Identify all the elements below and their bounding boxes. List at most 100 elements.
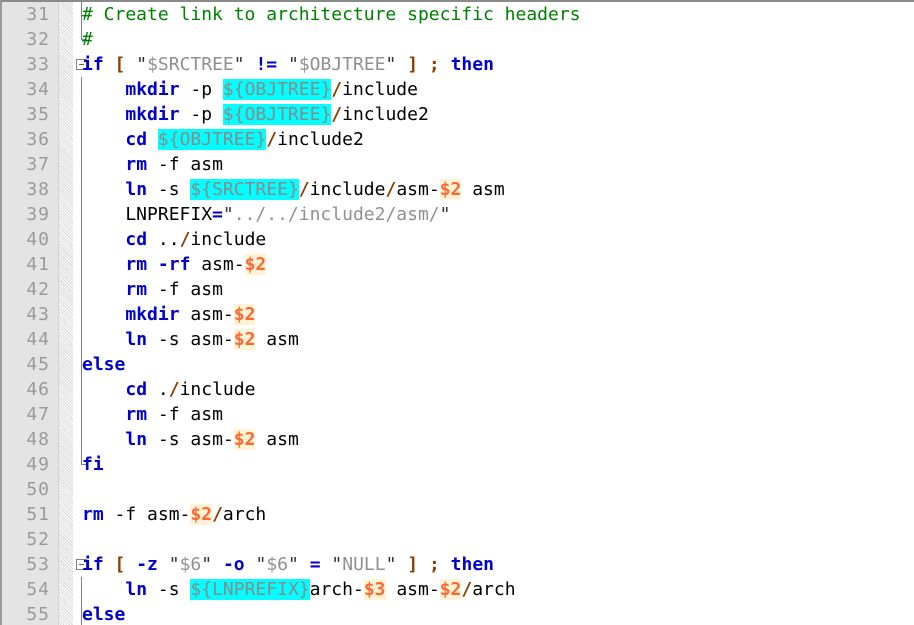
line-number: 32 [26, 29, 50, 50]
code-text[interactable]: ln -s ${LNPREFIX}arch-$3 asm-$2/arch [82, 577, 516, 602]
token-pln [418, 54, 429, 75]
code-line-list: 31 # Create link to architecture specific… [2, 2, 914, 625]
code-text[interactable]: # [82, 27, 93, 52]
code-text[interactable]: cd ./include [82, 377, 255, 402]
code-text[interactable]: ln -s asm-$2 asm [82, 427, 299, 452]
code-text[interactable]: if [ -z "$6" -o "$6" = "NULL" ] ; then [82, 552, 494, 577]
token-kw: mkdir [125, 104, 180, 125]
line-number: 31 [26, 4, 50, 25]
code-text[interactable]: # Create link to architecture specific h… [82, 2, 581, 27]
code-line[interactable]: 41 rm -rf asm-$2 [2, 252, 914, 277]
token-pln: include [342, 79, 418, 100]
line-number: 45 [26, 354, 50, 375]
token-str: $OBJTREE [298, 54, 386, 75]
code-line[interactable]: 34 mkdir -p ${OBJTREE}/include [2, 77, 914, 102]
code-line[interactable]: 31 # Create link to architecture specific… [2, 2, 914, 27]
token-kw: -o [222, 554, 245, 575]
code-line[interactable]: 47 rm -f asm [2, 402, 914, 427]
code-text[interactable]: rm -f asm [82, 402, 223, 427]
token-op: / [179, 229, 191, 250]
code-text[interactable]: LNPREFIX="../../include2/asm/" [82, 202, 450, 227]
code-line[interactable]: 53 if [ -z "$6" -o "$6" = "NULL" ] ; then [2, 552, 914, 577]
token-qt: " [385, 54, 397, 75]
code-text[interactable]: mkdir -p ${OBJTREE}/include2 [82, 102, 429, 127]
token-kw: then [450, 554, 495, 575]
token-var: ${OBJTREE} [222, 79, 332, 100]
code-text[interactable]: cd ${OBJTREE}/include2 [82, 127, 364, 152]
code-line[interactable]: 54 ln -s ${LNPREFIX}arch-$3 asm-$2/arch [2, 577, 914, 602]
code-text[interactable]: if [ "$SRCTREE" != "$OBJTREE" ] ; then [82, 52, 494, 77]
code-text[interactable]: else [82, 352, 125, 377]
token-pln: asm- [179, 304, 234, 325]
token-pln [82, 179, 125, 200]
token-kw: else [82, 604, 126, 625]
code-text[interactable]: ln -s asm-$2 asm [82, 327, 299, 352]
line-number: 53 [26, 554, 50, 575]
token-pln [104, 554, 115, 575]
code-text[interactable]: fi [82, 452, 104, 477]
code-line[interactable]: 36 cd ${OBJTREE}/include2 [2, 127, 914, 152]
token-pln [82, 304, 125, 325]
token-kw: ln [125, 429, 148, 450]
line-number: 49 [26, 454, 50, 475]
token-pln [396, 54, 407, 75]
token-qt: " [168, 554, 180, 575]
code-line[interactable]: 40 cd ../include [2, 227, 914, 252]
code-text[interactable]: cd ../include [82, 227, 266, 252]
token-kw: mkdir [125, 304, 180, 325]
code-line[interactable]: 55 else [2, 602, 914, 625]
token-pln [321, 554, 332, 575]
token-op: / [385, 179, 397, 200]
token-pln: include2 [277, 129, 364, 150]
code-editor[interactable]: 31 # Create link to architecture specific… [0, 0, 914, 625]
line-number: 52 [26, 529, 50, 550]
token-op: / [212, 504, 223, 525]
code-line[interactable]: 44 ln -s asm-$2 asm [2, 327, 914, 352]
code-line[interactable]: 39 LNPREFIX="../../include2/asm/" [2, 202, 914, 227]
token-pln: -s asm- [147, 429, 234, 450]
token-pln [147, 254, 158, 275]
code-line[interactable]: 43 mkdir asm-$2 [2, 302, 914, 327]
code-line[interactable]: 37 rm -f asm [2, 152, 914, 177]
line-number: 36 [26, 129, 50, 150]
token-pln [418, 554, 429, 575]
token-kw: else [82, 354, 126, 375]
code-line[interactable]: 32 # [2, 27, 914, 52]
code-text[interactable]: rm -f asm-$2/arch [82, 502, 266, 527]
code-line[interactable]: 49 fi [2, 452, 914, 477]
token-pln [82, 154, 125, 175]
token-pln: -f asm [147, 279, 223, 300]
token-qt: " [201, 554, 213, 575]
token-kw: cd [125, 379, 148, 400]
token-op: ] [407, 54, 419, 75]
token-pln [158, 554, 169, 575]
token-pln: -f asm- [103, 504, 191, 525]
code-text[interactable]: rm -rf asm-$2 [82, 252, 267, 277]
token-str: ../../include2/asm/ [233, 204, 440, 225]
code-text[interactable]: mkdir asm-$2 [82, 302, 256, 327]
token-pln [82, 129, 125, 150]
token-pln [396, 554, 407, 575]
token-pln [440, 54, 451, 75]
token-op: ; [428, 54, 440, 75]
code-line[interactable]: 38 ln -s ${SRCTREE}/include/asm-$2 asm [2, 177, 914, 202]
code-text[interactable]: mkdir -p ${OBJTREE}/include [82, 77, 418, 102]
code-line[interactable]: 42 rm -f asm [2, 277, 914, 302]
code-text[interactable]: ln -s ${SRCTREE}/include/asm-$2 asm [82, 177, 505, 202]
code-line[interactable]: 35 mkdir -p ${OBJTREE}/include2 [2, 102, 914, 127]
code-text[interactable]: rm -f asm [82, 152, 223, 177]
token-pln: arch [222, 504, 267, 525]
token-qt: " [222, 204, 234, 225]
token-kw: = [309, 554, 321, 575]
token-pln: -s [147, 579, 191, 600]
token-pln: asm- [190, 254, 245, 275]
code-text[interactable]: rm -f asm [82, 277, 223, 302]
code-line[interactable]: 48 ln -s asm-$2 asm [2, 427, 914, 452]
code-line[interactable]: 52 [2, 527, 914, 552]
code-line[interactable]: 45 else [2, 352, 914, 377]
code-line[interactable]: 51 rm -f asm-$2/arch [2, 502, 914, 527]
code-line[interactable]: 50 [2, 477, 914, 502]
code-line[interactable]: 33 if [ "$SRCTREE" != "$OBJTREE" ] ; then [2, 52, 914, 77]
code-text[interactable]: else [82, 602, 125, 625]
code-line[interactable]: 46 cd ./include [2, 377, 914, 402]
